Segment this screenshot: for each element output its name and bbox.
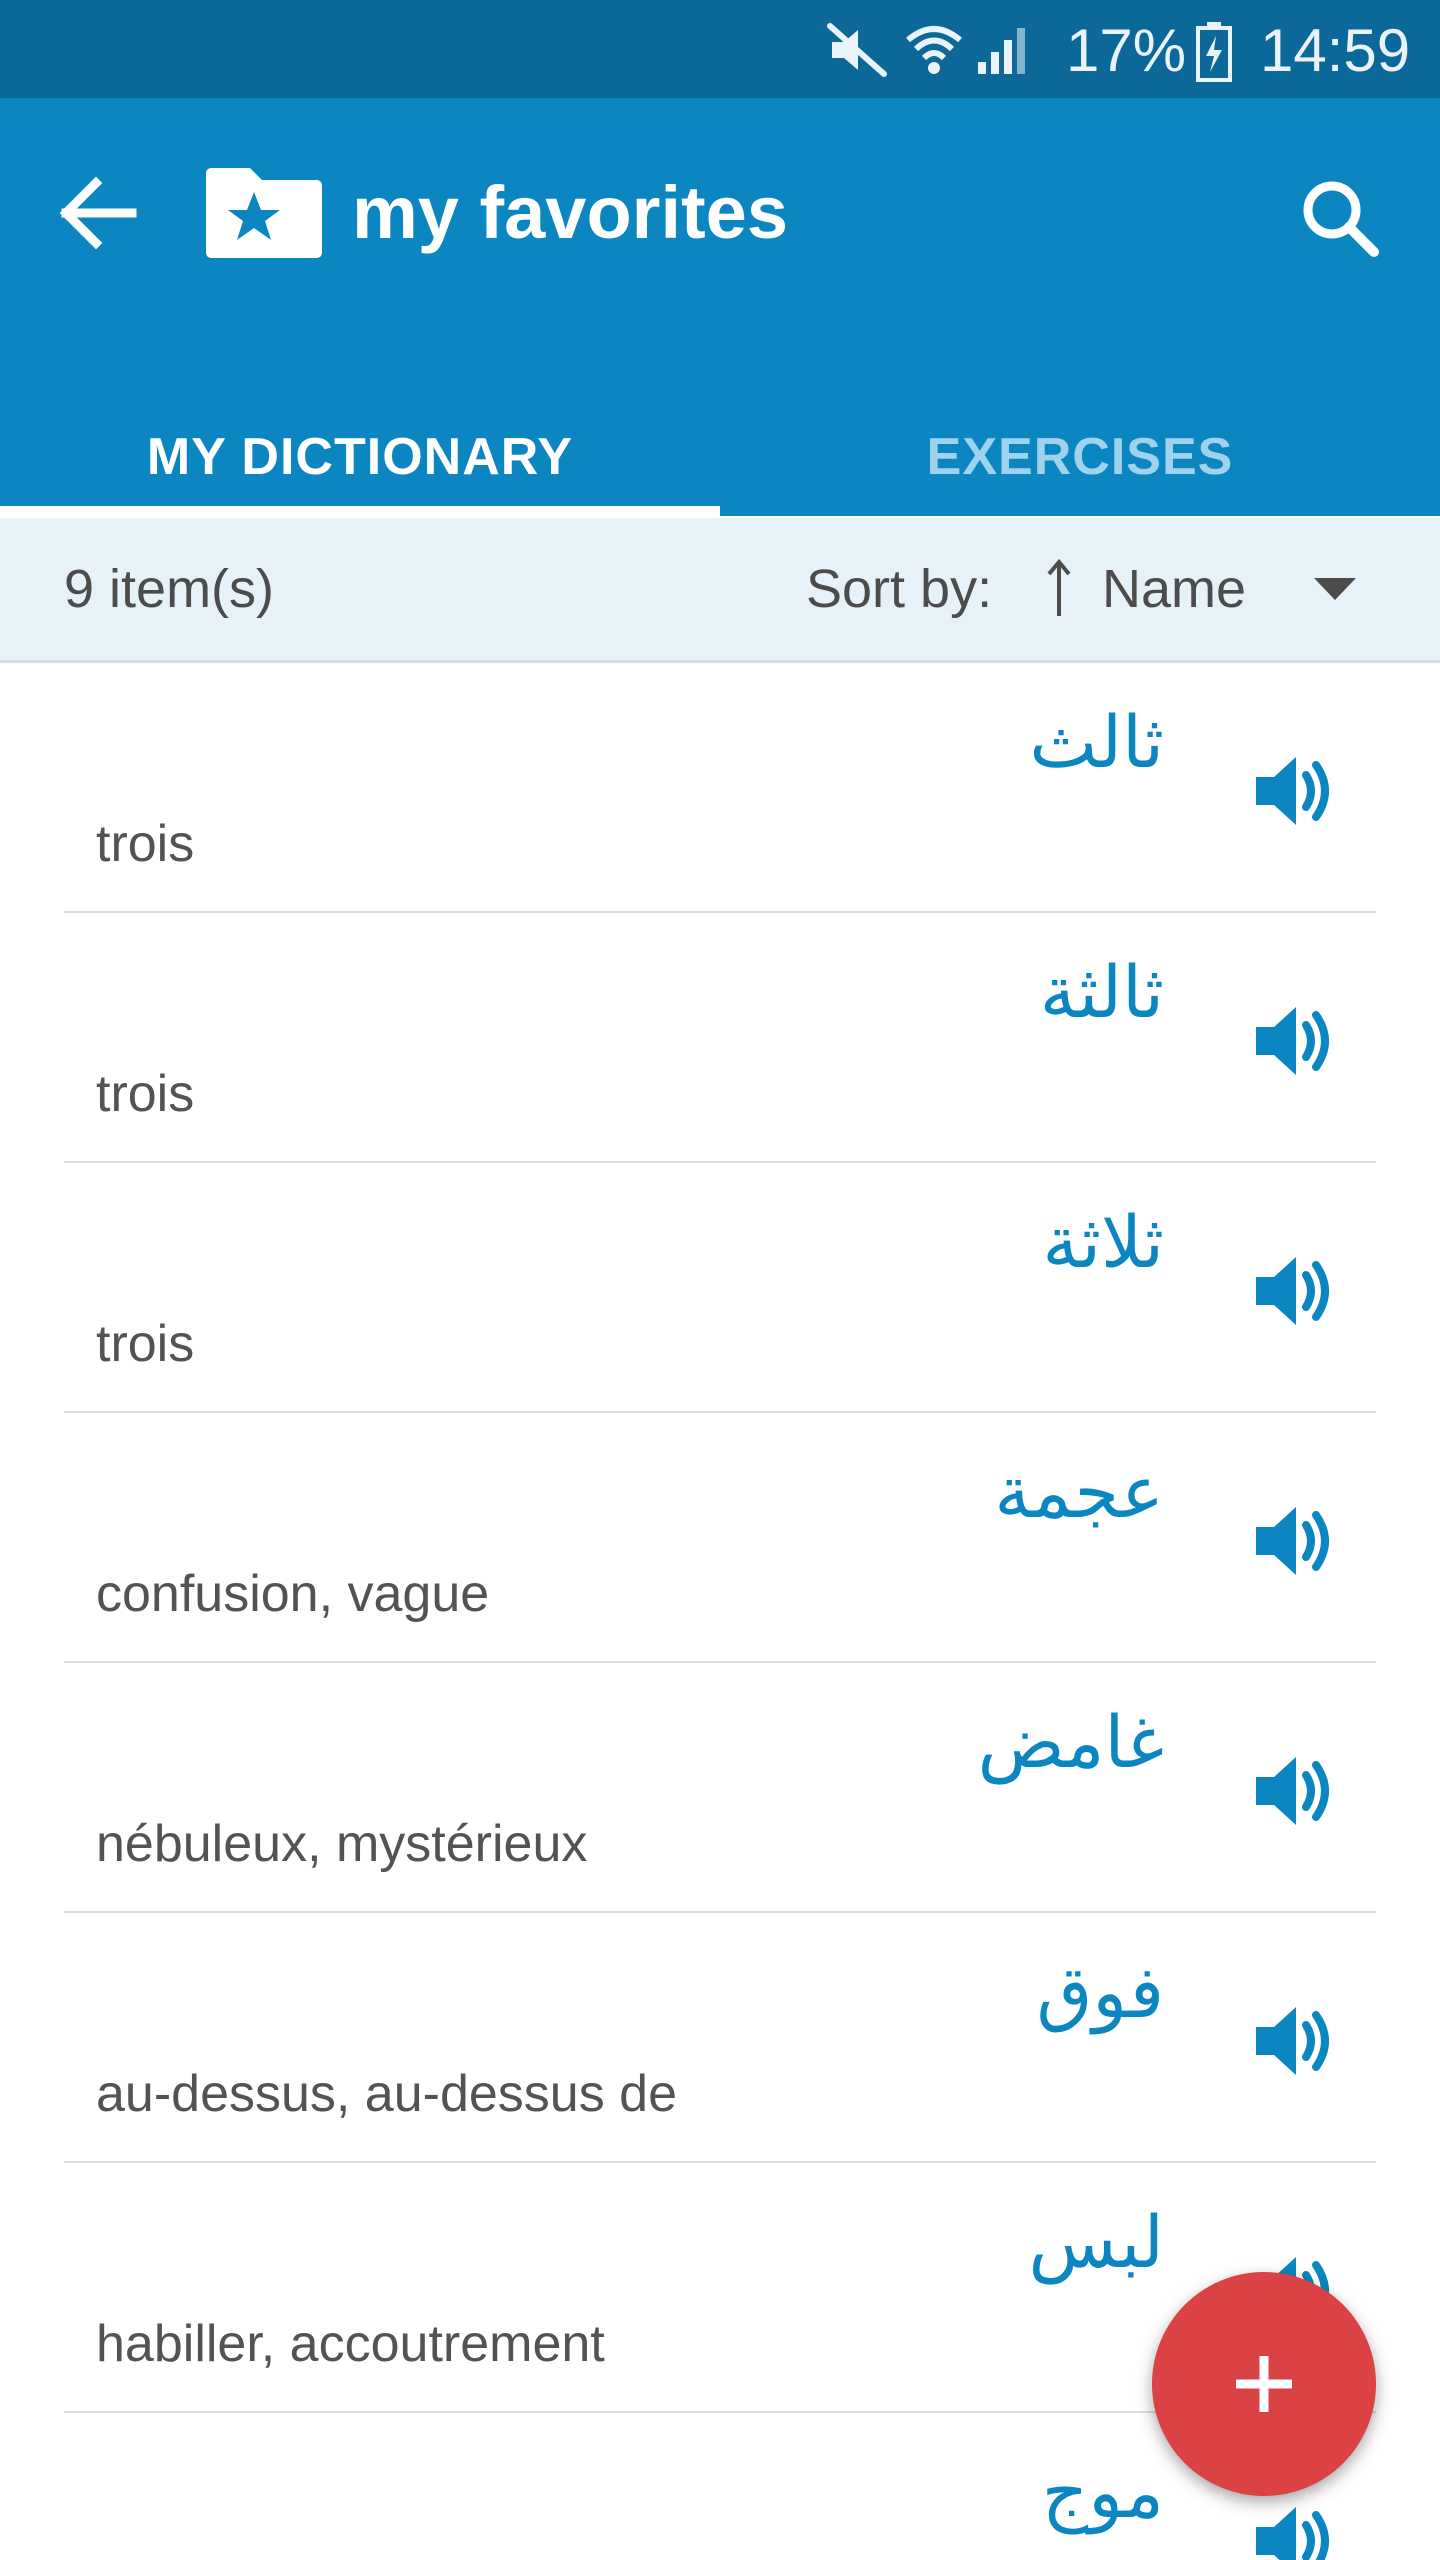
translation: trois [96,815,195,873]
status-bar: 17% 14:59 [0,0,1440,98]
translation: habiller, accoutrement [96,2315,605,2373]
list-item[interactable]: غامض nébuleux, mystérieux [64,1663,1376,1913]
sort-label: Sort by: [806,559,993,619]
speaker-icon [1256,757,1329,825]
speaker-icon [1256,1257,1329,1325]
sort-dropdown[interactable]: Name [1036,538,1376,638]
play-audio-button[interactable] [1244,741,1344,841]
wifi-icon [906,26,962,74]
back-button[interactable] [40,158,150,268]
clock: 14:59 [1260,17,1411,84]
arrow-left-icon [59,176,137,250]
speaker-icon [1256,1507,1329,1575]
speaker-icon [1256,2507,1329,2560]
folder-star-icon [206,168,322,258]
translation: trois [96,1315,195,1373]
item-count: 9 item(s) [64,559,275,619]
arabic-word: موج [1041,2450,1164,2534]
battery-percent: 17% [1066,17,1187,84]
list-item[interactable]: ثلاثة trois [64,1163,1376,1413]
plus-icon [1236,2356,1292,2412]
translation: confusion, vague [96,1565,490,1623]
play-audio-button[interactable] [1244,1241,1344,1341]
speaker-icon [1256,2007,1329,2075]
sort-bar: 9 item(s) Sort by: Name [0,518,1440,663]
arabic-word: لبس [1028,2200,1164,2284]
tab-exercises[interactable]: EXERCISES [720,398,1440,516]
arabic-word: ثالثة [1039,950,1164,1034]
list-item[interactable]: فوق au-dessus, au-dessus de [64,1913,1376,2163]
list-item[interactable]: عجمة confusion, vague [64,1413,1376,1663]
list-item[interactable]: ثالث trois [64,663,1376,913]
tab-indicator [0,506,720,516]
list-item[interactable]: ثالثة trois [64,913,1376,1163]
triangle-down-icon [1314,578,1356,600]
arabic-word: فوق [1036,1950,1164,2034]
translation: trois [96,1065,195,1123]
play-audio-button[interactable] [1244,991,1344,1091]
arabic-word: ثالث [1029,700,1164,784]
arrow-up-icon [1047,558,1071,616]
play-audio-button[interactable] [1244,2491,1344,2560]
signal-icon [978,28,1025,74]
page-title: my favorites [352,171,788,254]
search-icon [1303,181,1379,257]
arabic-word: عجمة [994,1450,1164,1534]
battery-charging-icon [1196,22,1232,82]
mute-icon [827,23,887,77]
translation: au-dessus, au-dessus de [96,2065,678,2123]
add-word-button[interactable] [1152,2272,1376,2496]
sort-value: Name [1102,559,1247,619]
tab-bar: MY DICTIONARY EXERCISES [0,398,1440,516]
speaker-icon [1256,1757,1329,1825]
arabic-word: ثلاثة [1042,1200,1164,1284]
play-audio-button[interactable] [1244,1991,1344,2091]
search-button[interactable] [1290,168,1390,268]
play-audio-button[interactable] [1244,1491,1344,1591]
app-bar: my favorites MY DICTIONARY EXERCISES [0,98,1440,516]
translation: nébuleux, mystérieux [96,1815,588,1873]
play-audio-button[interactable] [1244,1741,1344,1841]
tab-my-dictionary[interactable]: MY DICTIONARY [0,398,720,516]
word-list: ثالث trois ثالثة trois ثلاثة trois عجمة confusi… [0,663,1440,2560]
arabic-word: غامض [977,1700,1164,1784]
speaker-icon [1256,1007,1329,1075]
